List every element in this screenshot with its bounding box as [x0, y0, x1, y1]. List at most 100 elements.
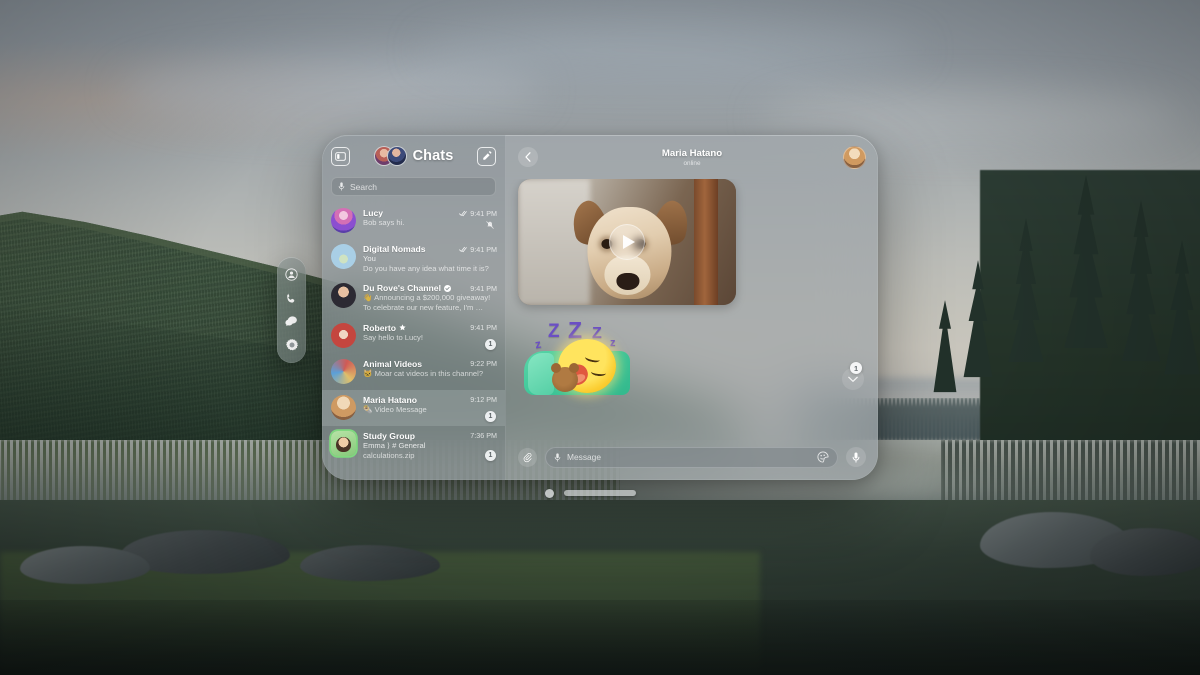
dog-nose — [616, 273, 640, 290]
closed-eye — [584, 353, 601, 364]
settings-button[interactable] — [282, 335, 302, 355]
sidebar-toggle-icon — [335, 151, 346, 161]
message-input[interactable]: Message — [545, 446, 838, 468]
premium-star-badge-wrap — [399, 324, 406, 331]
video-background-door — [694, 179, 718, 305]
closed-eye — [590, 368, 607, 377]
star-icon — [399, 324, 406, 331]
sidebar-toggle-button[interactable] — [331, 146, 350, 166]
play-icon — [623, 235, 635, 249]
chat-timestamp-group: 9:22 PM — [467, 359, 497, 368]
muted-icon — [486, 216, 494, 234]
attach-button[interactable] — [518, 447, 537, 467]
conversation-panel[interactable]: Maria Hatano online z Z Z Z z 1 Message — [506, 135, 878, 480]
window-close-button[interactable] — [545, 488, 554, 498]
chat-preview-text: calculations.zip — [363, 450, 415, 460]
chat-list-sidebar[interactable]: Chats Search Lucy 9:41 PM Bob says hi. D… — [322, 135, 506, 480]
avatar — [331, 283, 356, 309]
avatar — [331, 430, 356, 456]
zzz-glyph: z — [610, 337, 616, 349]
chat-preview-sender: Emma ⟩ # General — [363, 440, 426, 450]
conversation-header: Maria Hatano online — [506, 135, 878, 179]
mic-icon — [852, 451, 860, 463]
compose-button[interactable] — [477, 146, 496, 166]
chat-item-content: Digital Nomads 9:41 PM You Do you have any … — [363, 244, 497, 273]
avatar — [386, 146, 407, 166]
chat-item-titlebar: Study Group 7:36 PM — [363, 431, 497, 441]
chat-item-content: Lucy 9:41 PM Bob says hi. — [363, 208, 497, 234]
avatar — [331, 358, 356, 384]
voice-record-button[interactable] — [846, 447, 866, 467]
chat-list-item[interactable]: Study Group 7:36 PM Emma ⟩ # General calcul… — [322, 426, 505, 465]
shore-rock — [300, 545, 440, 581]
chat-name: Maria Hatano — [363, 394, 417, 405]
verified-badge-wrap — [443, 284, 451, 292]
sticker-message[interactable]: z Z Z Z z — [518, 315, 638, 397]
chat-timestamp: 9:41 PM — [470, 283, 497, 293]
foreground-shadow — [0, 600, 1200, 675]
chat-bubbles-icon — [285, 316, 297, 327]
message-composer[interactable]: Message — [506, 438, 878, 480]
contact-info: Maria Hatano online — [506, 148, 878, 167]
chat-item-titlebar: Lucy 9:41 PM — [363, 208, 497, 218]
floating-tool-rail[interactable] — [277, 257, 306, 363]
account-avatars[interactable] — [373, 146, 408, 166]
contact-avatar[interactable] — [843, 145, 866, 169]
chat-item-content: Study Group 7:36 PM Emma ⟩ # General calcul… — [363, 431, 497, 460]
phone-icon — [287, 293, 295, 303]
scroll-to-bottom-button[interactable] — [842, 368, 864, 390]
message-area[interactable]: z Z Z Z z 1 — [506, 179, 878, 438]
chat-list-item[interactable]: Lucy 9:41 PM Bob says hi. — [322, 203, 505, 239]
chat-item-titlebar: Animal Videos 9:22 PM — [363, 359, 497, 369]
chat-list-item[interactable]: Digital Nomads 9:41 PM You Do you have any … — [322, 239, 505, 278]
chat-item-content: Roberto 9:41 PM Say hello to Lucy! — [363, 323, 497, 349]
sticker-icon[interactable] — [817, 451, 829, 463]
chat-item-titlebar: Maria Hatano 9:12 PM — [363, 395, 497, 405]
chat-list-item[interactable]: Maria Hatano 9:12 PM 🌯 Video Message 1 — [322, 389, 505, 426]
message-placeholder: Message — [567, 452, 601, 462]
unread-badge: 1 — [485, 410, 496, 422]
chat-item-titlebar: Digital Nomads 9:41 PM — [363, 244, 497, 254]
chat-timestamp-group: 7:36 PM — [467, 431, 497, 440]
sticker-blanket-fold — [528, 353, 554, 395]
calls-button[interactable] — [282, 288, 302, 308]
avatar — [331, 208, 356, 233]
chevron-left-icon — [525, 152, 531, 162]
search-placeholder: Search — [350, 181, 377, 192]
chat-timestamp: 9:22 PM — [470, 359, 497, 369]
chat-timestamp-group: 9:41 PM — [456, 245, 497, 254]
contact-status: online — [683, 159, 701, 167]
chat-item-content: Animal Videos 9:22 PM 🐱 Moar cat videos in… — [363, 359, 497, 385]
chat-preview-text-2: To celebrate our new feature, I'm … — [363, 303, 484, 313]
gear-icon — [285, 339, 298, 351]
cloud — [420, 20, 920, 80]
window-chrome[interactable] — [545, 485, 655, 501]
chat-timestamp-group: 9:12 PM — [467, 395, 497, 404]
chat-list[interactable]: Lucy 9:41 PM Bob says hi. Digital Nomads 9:4… — [322, 203, 505, 480]
chat-preview-text: 👋 Announcing a $200,000 giveaway! — [363, 293, 491, 303]
chat-preview-text: Do you have any idea what time it is? — [363, 263, 489, 273]
sidebar-header: Chats — [322, 135, 505, 177]
play-button[interactable] — [609, 224, 645, 260]
zzz-glyph: z — [533, 336, 543, 352]
chat-list-item[interactable]: Roberto 9:41 PM Say hello to Lucy! 1 — [322, 318, 505, 354]
person-icon — [285, 268, 298, 281]
back-button[interactable] — [518, 147, 538, 167]
chat-name: Animal Videos — [363, 358, 423, 369]
avatar — [331, 322, 356, 348]
chat-list-item[interactable]: Du Rove's Channel 9:41 PM 👋 Announcing a $… — [322, 278, 505, 317]
unread-badge: 1 — [485, 338, 496, 350]
telegram-window[interactable]: Chats Search Lucy 9:41 PM Bob says hi. D… — [322, 135, 878, 480]
search-input[interactable]: Search — [331, 177, 496, 196]
chats-button[interactable] — [282, 312, 302, 332]
video-message-bubble[interactable] — [518, 179, 736, 305]
read-check-icon — [459, 210, 467, 216]
chat-item-titlebar: Roberto 9:41 PM — [363, 323, 497, 333]
chat-timestamp-group: 9:41 PM — [467, 323, 497, 332]
chat-name: Roberto — [363, 322, 396, 333]
chat-list-item[interactable]: Animal Videos 9:22 PM 🐱 Moar cat videos in… — [322, 354, 505, 390]
desktop-scene: Chats Search Lucy 9:41 PM Bob says hi. D… — [0, 0, 1200, 675]
compose-icon — [482, 151, 491, 160]
window-drag-handle[interactable] — [564, 490, 636, 496]
contacts-button[interactable] — [282, 265, 302, 285]
